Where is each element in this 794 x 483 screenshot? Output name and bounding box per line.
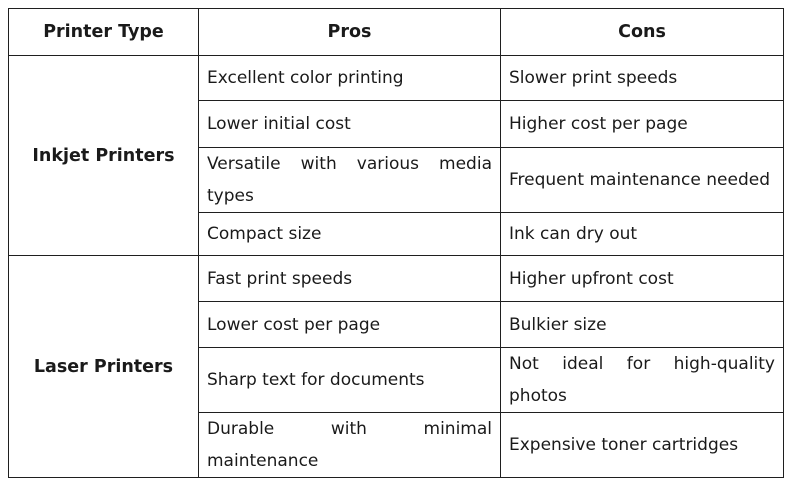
con-cell: Higher upfront cost <box>500 255 784 302</box>
pro-cell: Compact size <box>198 212 501 256</box>
table-row: Laser Printers Fast print speeds Higher … <box>8 255 784 478</box>
pro-cell: Excellent color printing <box>198 55 501 101</box>
con-cell: Not ideal for high-quality photos <box>500 347 784 413</box>
con-cell: Ink can dry out <box>500 212 784 256</box>
con-cell: Bulkier size <box>500 301 784 348</box>
con-cell: Higher cost per page <box>500 100 784 148</box>
pro-cell: Lower initial cost <box>198 100 501 148</box>
header-pros: Pros <box>198 8 501 56</box>
con-cell: Frequent maintenance needed <box>500 147 784 213</box>
pro-cell: Lower cost per page <box>198 301 501 348</box>
con-cell: Expensive toner cartridges <box>500 412 784 478</box>
header-cons: Cons <box>500 8 784 56</box>
pro-cell: Versatile with various media types <box>198 147 501 213</box>
header-row: Printer Type Pros Cons <box>8 8 784 56</box>
pro-cell: Sharp text for documents <box>198 347 501 413</box>
con-cell: Slower print speeds <box>500 55 784 101</box>
pro-cell: Durable with minimal maintenance <box>198 412 501 478</box>
printer-comparison-table: Printer Type Pros Cons Inkjet Printers E… <box>8 8 784 478</box>
group-label-inkjet: Inkjet Printers <box>8 55 199 256</box>
header-printer-type: Printer Type <box>8 8 199 56</box>
pro-cell: Fast print speeds <box>198 255 501 302</box>
group-label-laser: Laser Printers <box>8 255 199 478</box>
table-row: Inkjet Printers Excellent color printing… <box>8 55 784 256</box>
